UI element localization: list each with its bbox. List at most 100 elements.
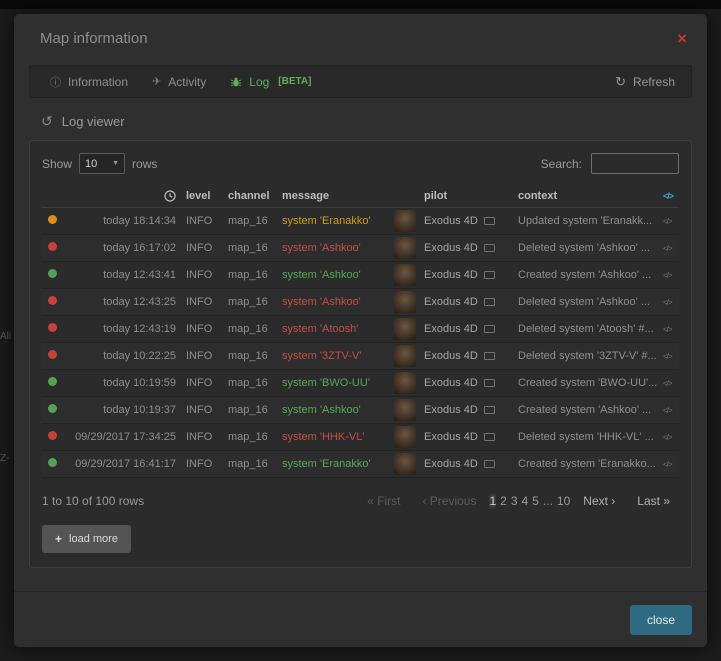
row-data-icon[interactable]: </> — [663, 379, 679, 388]
refresh-button[interactable]: ↻ Refresh — [607, 74, 683, 90]
status-dot-icon — [48, 350, 57, 359]
pilot-column-header[interactable]: pilot — [424, 190, 518, 202]
refresh-icon: ↻ — [615, 74, 626, 90]
tab-log[interactable]: Log [BETA] — [218, 66, 323, 97]
clock-icon — [68, 189, 186, 201]
page-size-select[interactable]: 10 ▼ — [79, 153, 125, 174]
log-level: INFO — [186, 242, 228, 254]
log-level: INFO — [186, 404, 228, 416]
log-time: today 10:19:37 — [68, 404, 186, 416]
table-row[interactable]: today 10:19:59 INFO map_16 system 'BWO-U… — [42, 370, 679, 397]
log-context: Deleted system '3ZTV-V' #... — [518, 350, 663, 362]
row-data-icon[interactable]: </> — [663, 244, 679, 253]
row-data-icon[interactable]: </> — [663, 217, 679, 226]
tab-bar: ⓘ Information ✈ Activity Log [BETA] ↻ Re… — [29, 65, 692, 98]
pilot-cell: Exodus 4D — [424, 215, 518, 227]
log-level: INFO — [186, 215, 228, 227]
pager-page-4[interactable]: 4 — [522, 494, 529, 508]
pilot-avatar — [394, 426, 416, 448]
log-level: INFO — [186, 269, 228, 281]
log-level: INFO — [186, 350, 228, 362]
backdrop-system-label: Z- — [0, 453, 9, 464]
log-channel: map_16 — [228, 431, 282, 443]
search-area: Search: — [541, 153, 679, 174]
search-label: Search: — [541, 157, 582, 171]
row-data-icon[interactable]: </> — [663, 460, 679, 469]
pilot-name: Exodus 4D — [424, 215, 478, 227]
row-data-icon[interactable]: </> — [663, 325, 679, 334]
status-dot-icon — [48, 269, 57, 278]
log-channel: map_16 — [228, 269, 282, 281]
pilot-cell: Exodus 4D — [424, 242, 518, 254]
table-row[interactable]: today 10:22:25 INFO map_16 system '3ZTV-… — [42, 343, 679, 370]
log-level: INFO — [186, 377, 228, 389]
pilot-info-icon — [484, 217, 495, 225]
pager-page-5[interactable]: 5 — [532, 494, 539, 508]
table-footer: 1 to 10 of 100 rows « First ‹ Previous 1… — [42, 490, 679, 512]
log-table: level channel message pilot context </> … — [42, 184, 679, 478]
context-column-header[interactable]: context — [518, 190, 663, 202]
pilot-name: Exodus 4D — [424, 323, 478, 335]
dialog-title: Map information — [40, 30, 148, 47]
pager-next[interactable]: Next › — [574, 490, 624, 512]
dialog-header: Map information × — [14, 14, 707, 59]
search-input[interactable] — [591, 153, 679, 174]
pager-page-2[interactable]: 2 — [500, 494, 507, 508]
table-row[interactable]: today 18:14:34 INFO map_16 system 'Erana… — [42, 208, 679, 235]
tab-activity[interactable]: ✈ Activity — [140, 66, 218, 97]
tab-log-label: Log — [249, 75, 269, 89]
load-more-button[interactable]: + load more — [42, 525, 131, 553]
row-data-icon[interactable]: </> — [663, 271, 679, 280]
chevron-down-icon: ▼ — [112, 160, 119, 167]
close-button[interactable]: close — [630, 605, 692, 635]
log-time: today 10:19:59 — [68, 377, 186, 389]
message-column-header[interactable]: message — [282, 190, 394, 202]
log-channel: map_16 — [228, 377, 282, 389]
pilot-name: Exodus 4D — [424, 296, 478, 308]
table-row[interactable]: 09/29/2017 17:34:25 INFO map_16 system '… — [42, 424, 679, 451]
pager-first[interactable]: « First — [358, 490, 409, 512]
pilot-info-icon — [484, 460, 495, 468]
rows-summary: 1 to 10 of 100 rows — [42, 494, 144, 508]
log-channel: map_16 — [228, 242, 282, 254]
log-context: Updated system 'Eranakk... — [518, 215, 663, 227]
pager-last[interactable]: Last » — [628, 490, 679, 512]
row-data-icon[interactable]: </> — [663, 352, 679, 361]
log-channel: map_16 — [228, 323, 282, 335]
plus-icon: + — [55, 532, 62, 546]
log-time: today 18:14:34 — [68, 215, 186, 227]
level-column-header[interactable]: level — [186, 190, 228, 202]
row-data-icon[interactable]: </> — [663, 406, 679, 415]
channel-column-header[interactable]: channel — [228, 190, 282, 202]
pager-page-3[interactable]: 3 — [511, 494, 518, 508]
log-context: Deleted system 'Ashkoo' ... — [518, 296, 663, 308]
page-size-value: 10 — [85, 158, 97, 170]
tab-information[interactable]: ⓘ Information — [38, 66, 140, 97]
pager-page-1[interactable]: 1 — [489, 494, 496, 508]
pagination: « First ‹ Previous 12345...10 Next › Las… — [358, 490, 679, 512]
log-message: system 'Eranakko' — [282, 215, 394, 227]
table-row[interactable]: today 10:19:37 INFO map_16 system 'Ashko… — [42, 397, 679, 424]
table-row[interactable]: today 12:43:19 INFO map_16 system 'Atoos… — [42, 316, 679, 343]
pilot-info-icon — [484, 325, 495, 333]
status-dot-icon — [48, 458, 57, 467]
table-row[interactable]: today 16:17:02 INFO map_16 system 'Ashko… — [42, 235, 679, 262]
row-data-icon[interactable]: </> — [663, 298, 679, 307]
pilot-name: Exodus 4D — [424, 458, 478, 470]
pilot-cell: Exodus 4D — [424, 296, 518, 308]
close-icon[interactable]: × — [677, 30, 687, 47]
map-information-dialog: Map information × ⓘ Information ✈ Activi… — [14, 14, 707, 647]
status-dot-icon — [48, 431, 57, 440]
row-data-icon[interactable]: </> — [663, 433, 679, 442]
pilot-cell: Exodus 4D — [424, 431, 518, 443]
table-row[interactable]: 09/29/2017 16:41:17 INFO map_16 system '… — [42, 451, 679, 478]
table-row[interactable]: today 12:43:25 INFO map_16 system 'Ashko… — [42, 289, 679, 316]
pilot-cell: Exodus 4D — [424, 323, 518, 335]
table-row[interactable]: today 12:43:41 INFO map_16 system 'Ashko… — [42, 262, 679, 289]
pager-page-10[interactable]: 10 — [557, 494, 570, 508]
pager-previous[interactable]: ‹ Previous — [413, 490, 485, 512]
log-time: today 10:22:25 — [68, 350, 186, 362]
log-message: system 'HHK-VL' — [282, 431, 394, 443]
dialog-footer: close — [14, 591, 707, 647]
log-context: Deleted system 'Ashkoo' ... — [518, 242, 663, 254]
